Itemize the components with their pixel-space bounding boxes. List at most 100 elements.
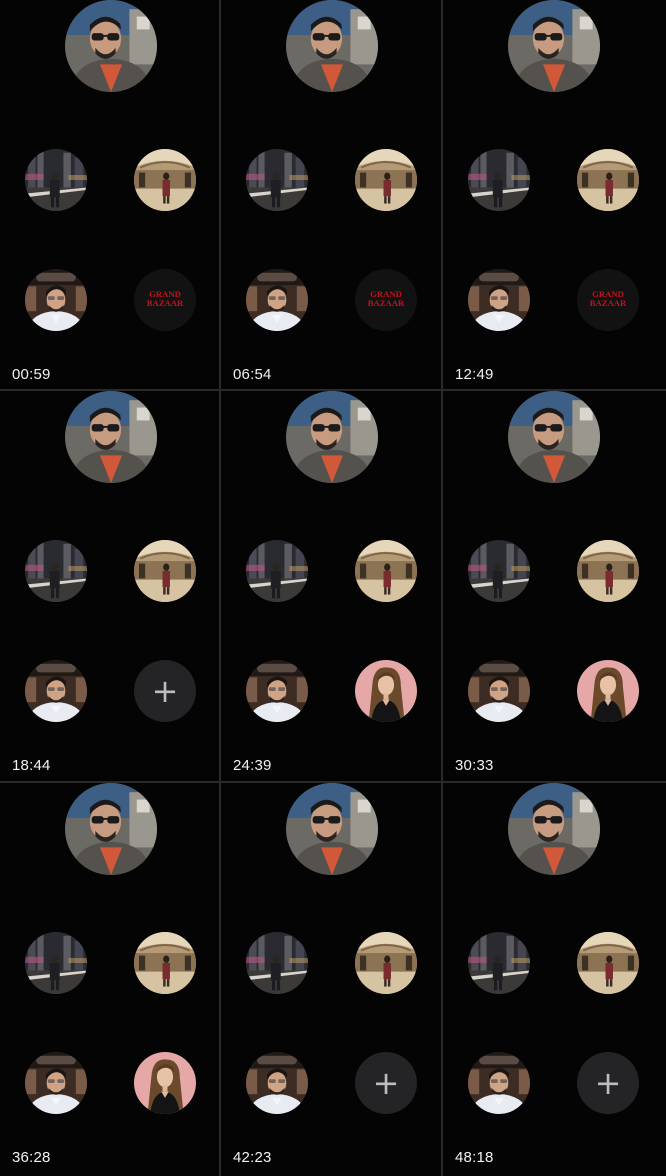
participant-avatar-mall[interactable] <box>134 149 196 211</box>
grand-bazaar-logo-icon: GRAND BAZAAR <box>134 269 196 331</box>
participant-avatar-city[interactable] <box>246 540 308 602</box>
host-photo-icon <box>65 0 157 92</box>
host-photo-icon <box>286 391 378 483</box>
host-avatar[interactable] <box>65 391 157 483</box>
call-frame: 24:39 <box>221 391 443 783</box>
participant-avatar-city[interactable] <box>25 540 87 602</box>
participant-avatar-mall[interactable] <box>134 932 196 994</box>
call-timestamp: 42:23 <box>233 1149 272 1166</box>
car-selfie-photo-icon <box>25 660 87 722</box>
video-frame-grid: GRAND BAZAAR 00:59 GRAND BAZAAR 06:54 GR… <box>0 0 666 1176</box>
participant-avatar-woman[interactable] <box>577 660 639 722</box>
call-timestamp: 24:39 <box>233 757 272 774</box>
participant-avatar-city[interactable] <box>246 932 308 994</box>
car-selfie-photo-icon <box>468 1052 530 1114</box>
participant-avatar-car-selfie[interactable] <box>246 660 308 722</box>
grand-bazaar-logo-icon: GRAND BAZAAR <box>577 269 639 331</box>
car-selfie-photo-icon <box>468 660 530 722</box>
participant-avatar-city[interactable] <box>25 149 87 211</box>
city-night-photo-icon <box>246 149 308 211</box>
call-timestamp: 00:59 <box>12 366 51 383</box>
logo-line1: GRAND <box>149 289 181 299</box>
host-avatar[interactable] <box>508 0 600 92</box>
woman-portrait-photo-icon <box>577 660 639 722</box>
mall-interior-photo-icon <box>134 149 196 211</box>
participant-avatar-car-selfie[interactable] <box>25 269 87 331</box>
grand-bazaar-logo-icon: GRAND BAZAAR <box>355 269 417 331</box>
city-night-photo-icon <box>25 540 87 602</box>
participant-avatar-city[interactable] <box>246 149 308 211</box>
participant-avatar-car-selfie[interactable] <box>25 660 87 722</box>
participant-avatar-grand-bazaar[interactable]: GRAND BAZAAR <box>577 269 639 331</box>
car-selfie-photo-icon <box>246 660 308 722</box>
logo-line1: GRAND <box>370 289 402 299</box>
call-frame: GRAND BAZAAR 06:54 <box>221 0 443 391</box>
city-night-photo-icon <box>25 932 87 994</box>
woman-portrait-photo-icon <box>134 1052 196 1114</box>
host-avatar[interactable] <box>508 391 600 483</box>
add-participant-button[interactable]: + <box>355 1052 417 1114</box>
host-photo-icon <box>65 391 157 483</box>
logo-line2: BAZAAR <box>147 298 184 308</box>
host-avatar[interactable] <box>508 783 600 875</box>
call-frame: + 18:44 <box>0 391 221 783</box>
call-timestamp: 06:54 <box>233 366 272 383</box>
call-timestamp: 12:49 <box>455 366 494 383</box>
city-night-photo-icon <box>246 540 308 602</box>
mall-interior-photo-icon <box>355 540 417 602</box>
participant-avatar-grand-bazaar[interactable]: GRAND BAZAAR <box>355 269 417 331</box>
logo-line2: BAZAAR <box>368 298 405 308</box>
mall-interior-photo-icon <box>577 932 639 994</box>
participant-avatar-woman[interactable] <box>134 1052 196 1114</box>
car-selfie-photo-icon <box>246 269 308 331</box>
call-frame: 36:28 <box>0 783 221 1176</box>
logo-line2: BAZAAR <box>590 298 627 308</box>
plus-icon: + <box>372 1064 400 1102</box>
participant-avatar-woman[interactable] <box>355 660 417 722</box>
call-frame: GRAND BAZAAR 12:49 <box>443 0 666 391</box>
participant-avatar-grand-bazaar[interactable]: GRAND BAZAAR <box>134 269 196 331</box>
participant-avatar-mall[interactable] <box>134 540 196 602</box>
mall-interior-photo-icon <box>577 149 639 211</box>
city-night-photo-icon <box>468 540 530 602</box>
plus-icon: + <box>151 672 179 710</box>
participant-avatar-city[interactable] <box>25 932 87 994</box>
host-photo-icon <box>286 783 378 875</box>
mall-interior-photo-icon <box>355 932 417 994</box>
host-avatar[interactable] <box>286 783 378 875</box>
woman-portrait-photo-icon <box>355 660 417 722</box>
host-avatar[interactable] <box>65 783 157 875</box>
participant-avatar-car-selfie[interactable] <box>468 1052 530 1114</box>
participant-avatar-car-selfie[interactable] <box>468 269 530 331</box>
city-night-photo-icon <box>25 149 87 211</box>
participant-avatar-city[interactable] <box>468 540 530 602</box>
call-frame: + 48:18 <box>443 783 666 1176</box>
host-avatar[interactable] <box>65 0 157 92</box>
participant-avatar-mall[interactable] <box>355 149 417 211</box>
participant-avatar-mall[interactable] <box>577 932 639 994</box>
add-participant-button[interactable]: + <box>577 1052 639 1114</box>
host-photo-icon <box>65 783 157 875</box>
add-participant-button[interactable]: + <box>134 660 196 722</box>
mall-interior-photo-icon <box>577 540 639 602</box>
car-selfie-photo-icon <box>25 1052 87 1114</box>
participant-avatar-mall[interactable] <box>355 932 417 994</box>
participant-avatar-car-selfie[interactable] <box>468 660 530 722</box>
mall-interior-photo-icon <box>134 540 196 602</box>
participant-avatar-car-selfie[interactable] <box>25 1052 87 1114</box>
participant-avatar-mall[interactable] <box>355 540 417 602</box>
host-avatar[interactable] <box>286 0 378 92</box>
host-photo-icon <box>508 391 600 483</box>
mall-interior-photo-icon <box>134 932 196 994</box>
participant-avatar-city[interactable] <box>468 932 530 994</box>
participant-avatar-car-selfie[interactable] <box>246 1052 308 1114</box>
host-photo-icon <box>508 783 600 875</box>
participant-avatar-city[interactable] <box>468 149 530 211</box>
participant-avatar-mall[interactable] <box>577 149 639 211</box>
participant-avatar-mall[interactable] <box>577 540 639 602</box>
mall-interior-photo-icon <box>355 149 417 211</box>
car-selfie-photo-icon <box>25 269 87 331</box>
participant-avatar-car-selfie[interactable] <box>246 269 308 331</box>
call-timestamp: 18:44 <box>12 757 51 774</box>
host-avatar[interactable] <box>286 391 378 483</box>
